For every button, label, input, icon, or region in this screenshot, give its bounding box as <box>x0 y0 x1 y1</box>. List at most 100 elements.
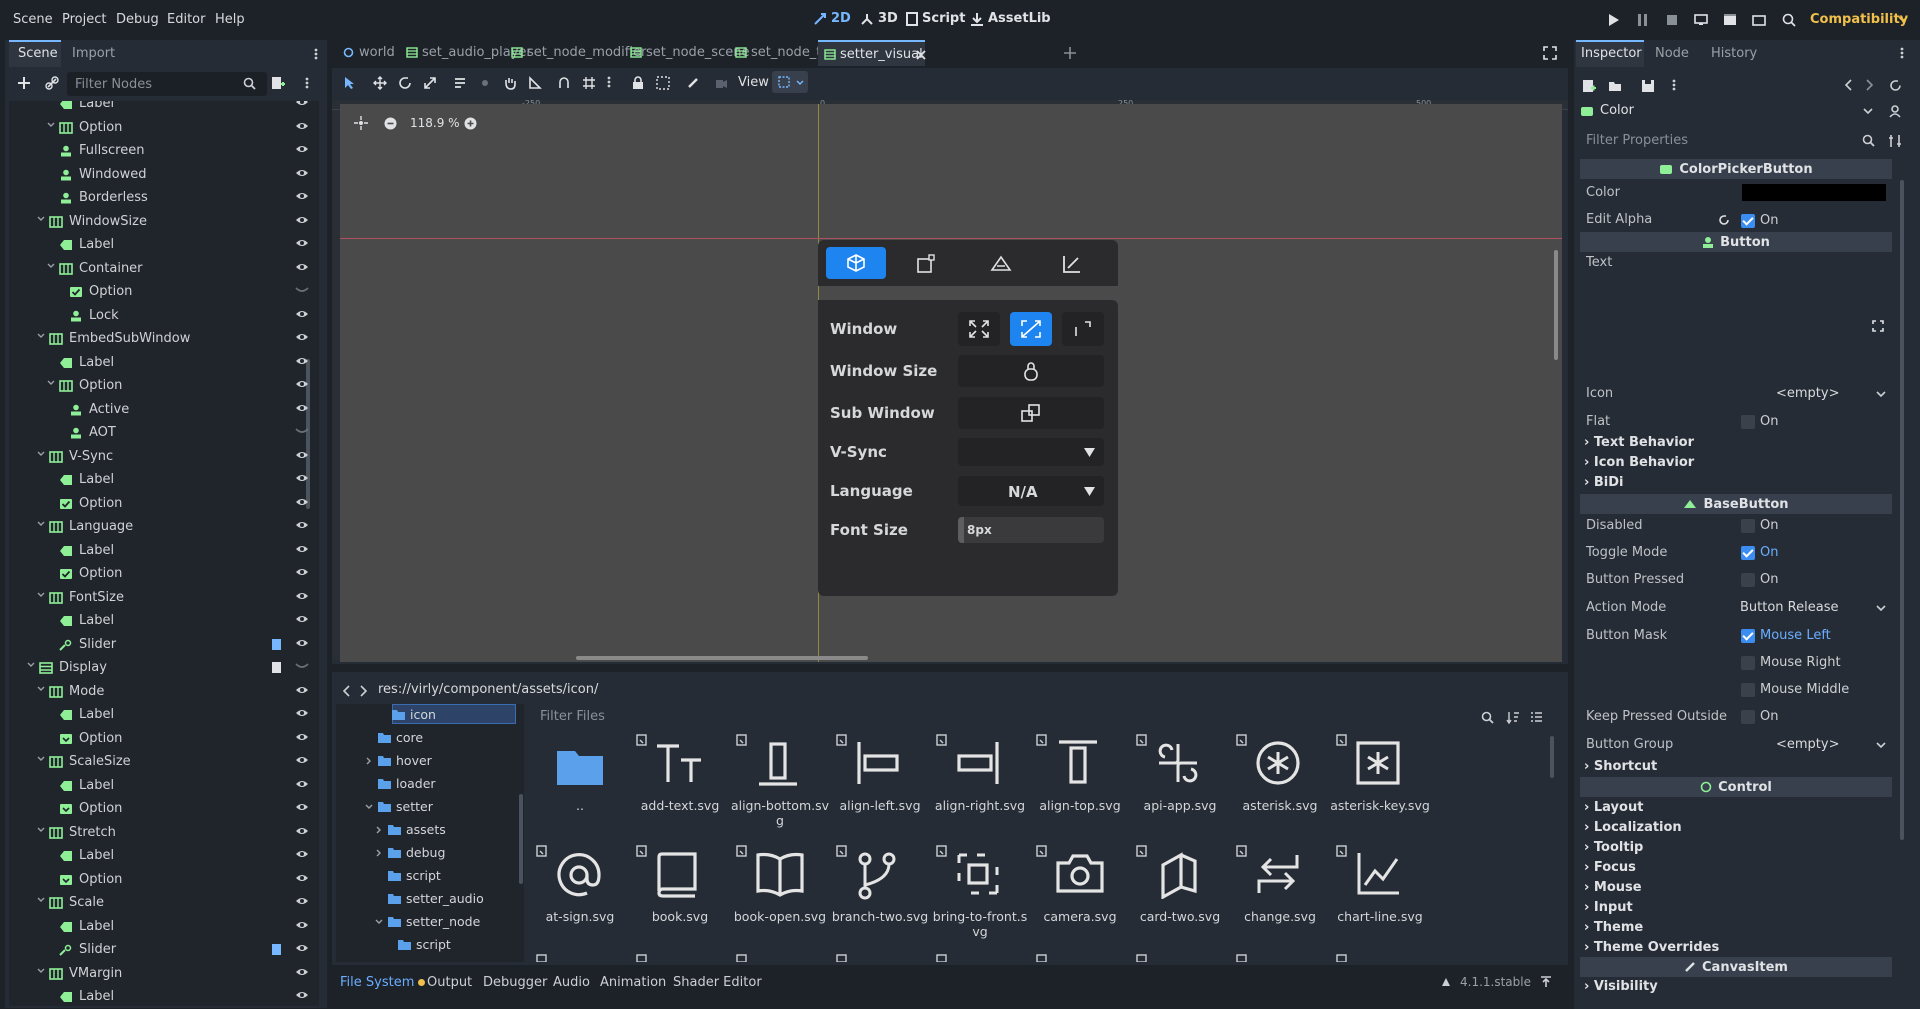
tree-node[interactable]: Option <box>9 868 315 891</box>
scene-tab[interactable]: set_node_scene <box>624 40 749 66</box>
move-tool-icon[interactable] <box>373 76 387 90</box>
chevron-down-icon[interactable] <box>37 686 45 692</box>
zoom-out-icon[interactable] <box>384 117 397 130</box>
tree-node[interactable]: Language <box>9 515 315 538</box>
section-theme[interactable]: › Theme <box>1584 920 1643 935</box>
ruler-tool-icon[interactable] <box>528 76 542 90</box>
folder-item[interactable]: assets <box>336 820 516 840</box>
snap-options-icon[interactable] <box>607 76 611 88</box>
pan-tool-icon[interactable] <box>503 76 517 90</box>
select-tool-icon[interactable] <box>344 76 356 90</box>
menu-scene[interactable]: Scene <box>13 12 53 27</box>
more-icon[interactable] <box>314 48 318 60</box>
menu-editor[interactable]: Editor <box>167 12 205 27</box>
scene-tab[interactable]: set_node_modifier <box>505 40 646 66</box>
audio-tab-icon[interactable] <box>990 254 1012 274</box>
horizontal-scrollbar[interactable] <box>576 656 868 660</box>
scene-tab[interactable]: set_node_tree <box>729 40 842 66</box>
chevron-right-icon[interactable] <box>365 757 373 765</box>
chevron-down-icon[interactable] <box>37 216 45 222</box>
list-select-icon[interactable] <box>453 76 467 90</box>
tree-node[interactable]: Label <box>9 539 315 562</box>
chevron-down-icon[interactable] <box>47 122 55 128</box>
tree-node[interactable]: Option <box>9 116 315 139</box>
tree-node[interactable]: Slider <box>9 633 315 656</box>
workspace-script-button[interactable]: Script <box>906 11 965 26</box>
lock-icon[interactable] <box>632 76 644 90</box>
tree-node[interactable]: Option <box>9 562 315 585</box>
menu-project[interactable]: Project <box>62 12 106 27</box>
tree-node[interactable]: Label <box>9 844 315 867</box>
class-header-canvasitem[interactable]: CanvasItem <box>1580 957 1892 977</box>
menu-debug[interactable]: Debug <box>116 12 159 27</box>
filter-files-input[interactable]: Filter Files <box>532 706 1242 728</box>
filter-nodes-input[interactable]: Filter Nodes <box>67 72 267 96</box>
tree-node[interactable]: FontSize <box>9 586 315 609</box>
tree-node[interactable]: Label <box>9 609 315 632</box>
visibility-icon[interactable] <box>295 873 309 883</box>
language-select[interactable]: N/A <box>958 476 1104 506</box>
visibility-icon[interactable] <box>295 144 309 154</box>
visibility-icon[interactable] <box>295 591 309 601</box>
bone-icon[interactable] <box>686 76 700 90</box>
pivot-tool-icon[interactable] <box>478 76 492 90</box>
tab-shader-editor[interactable]: Shader Editor <box>673 975 762 990</box>
tree-node[interactable]: Label <box>9 101 315 115</box>
workspace-2d-button[interactable]: 2D <box>813 11 851 26</box>
flat-checkbox[interactable] <box>1741 415 1755 429</box>
tree-node[interactable]: Lock <box>9 304 315 327</box>
visibility-icon[interactable] <box>295 332 309 342</box>
tree-node[interactable]: Option <box>9 280 315 303</box>
tree-node[interactable]: Scale <box>9 891 315 914</box>
edit-alpha-checkbox[interactable] <box>1741 214 1755 228</box>
section-bidi[interactable]: › BiDi <box>1584 475 1624 490</box>
folder-item[interactable]: core <box>336 728 516 748</box>
visibility-icon[interactable] <box>295 685 309 695</box>
group-icon[interactable] <box>656 76 670 90</box>
new-resource-icon[interactable] <box>1582 79 1596 93</box>
visibility-icon[interactable] <box>295 614 309 624</box>
class-header-colorpickerbutton[interactable]: ColorPickerButton <box>1580 159 1892 179</box>
load-resource-icon[interactable] <box>1608 79 1622 93</box>
section-shortcut[interactable]: › Shortcut <box>1584 759 1657 774</box>
chevron-down-icon[interactable] <box>37 968 45 974</box>
disabled-checkbox[interactable] <box>1741 519 1755 533</box>
list-view-icon[interactable] <box>1530 711 1543 724</box>
camera-override-icon[interactable] <box>714 76 728 90</box>
scene-tab[interactable]: setter_visual <box>818 40 926 66</box>
tree-node[interactable]: Label <box>9 703 315 726</box>
history-back-icon[interactable] <box>1844 79 1852 91</box>
scale-tool-icon[interactable] <box>423 76 437 90</box>
mouse-right-checkbox[interactable] <box>1741 656 1755 670</box>
section-text-behavior[interactable]: › Text Behavior <box>1584 435 1694 450</box>
tree-node[interactable]: Stretch <box>9 821 315 844</box>
sub-window-button[interactable] <box>958 397 1104 429</box>
chevron-down-icon[interactable] <box>37 451 45 457</box>
scene-tab[interactable]: set_audio_player <box>400 40 532 66</box>
file-grid-scrollbar[interactable] <box>1550 736 1554 778</box>
folder-item[interactable]: setter_node <box>336 912 516 932</box>
icon-property-value[interactable]: <empty> <box>1776 386 1840 401</box>
tree-node[interactable]: Slider <box>9 938 315 961</box>
tree-node[interactable]: Option <box>9 727 315 750</box>
visibility-icon[interactable] <box>295 191 309 201</box>
visual-tab-button[interactable] <box>826 247 886 279</box>
property-tools-icon[interactable] <box>1888 134 1902 148</box>
folder-item[interactable]: setter_audio <box>336 889 516 909</box>
tree-node[interactable]: Label <box>9 985 315 1006</box>
visibility-icon[interactable] <box>295 943 309 953</box>
visibility-icon[interactable] <box>295 544 309 554</box>
tab-debugger[interactable]: Debugger <box>483 975 547 990</box>
smart-snap-icon[interactable] <box>558 76 572 90</box>
tree-node[interactable]: Label <box>9 468 315 491</box>
chevron-down-icon[interactable] <box>1898 16 1908 23</box>
tab-history[interactable]: History <box>1711 46 1757 61</box>
chevron-down-icon[interactable] <box>365 803 373 811</box>
chevron-down-icon[interactable] <box>1876 742 1886 749</box>
visibility-icon[interactable] <box>295 755 309 765</box>
script-attached-icon[interactable] <box>271 638 283 651</box>
visibility-icon[interactable] <box>295 826 309 836</box>
tab-file-system[interactable]: File System <box>340 975 414 990</box>
link-icon[interactable] <box>45 76 59 90</box>
tree-node[interactable]: ScaleSize <box>9 750 315 773</box>
